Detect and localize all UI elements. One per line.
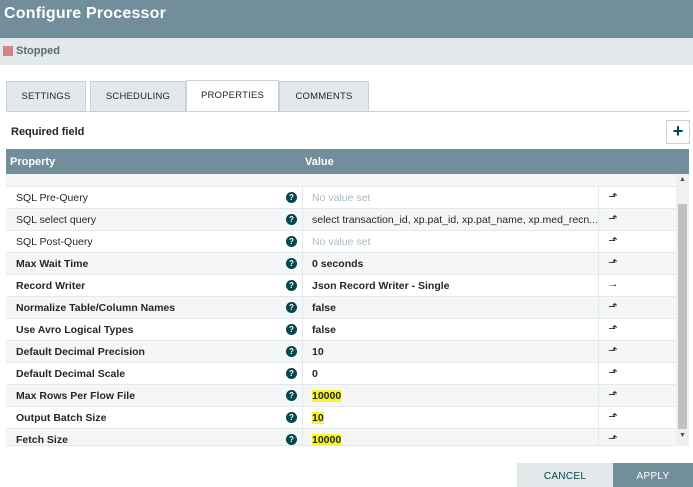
property-value[interactable]: 10000: [312, 390, 598, 402]
highlighted-value: 10: [312, 412, 324, 424]
arrow-up-icon[interactable]: ⬏: [606, 410, 620, 423]
property-name: SQL Pre-Query: [16, 192, 88, 204]
table-row[interactable]: SQL Post-Query ? No value set ⬏: [6, 231, 676, 253]
property-value[interactable]: false: [312, 324, 598, 336]
property-value[interactable]: 0 seconds: [312, 258, 598, 270]
arrow-up-icon[interactable]: ⬏: [606, 344, 620, 357]
dialog-title: Configure Processor: [4, 5, 167, 22]
tab-scheduling[interactable]: SCHEDULING: [90, 81, 186, 111]
property-name: Use Avro Logical Types: [16, 324, 134, 336]
help-icon[interactable]: ?: [286, 302, 297, 313]
arrow-up-icon[interactable]: ⬏: [606, 432, 620, 445]
arrow-up-icon[interactable]: ⬏: [606, 322, 620, 335]
table-row[interactable]: Normalize Table/Column Names ? false ⬏: [6, 297, 676, 319]
property-column-header: Property: [10, 156, 56, 168]
property-name: SQL Post-Query: [16, 236, 93, 248]
stopped-status-icon: [3, 46, 13, 56]
tab-divider: [6, 111, 689, 112]
table-row[interactable]: Max Rows Per Flow File ? 10000 ⬏: [6, 385, 676, 407]
help-icon[interactable]: ?: [286, 434, 297, 445]
help-icon[interactable]: ?: [286, 346, 297, 357]
table-row[interactable]: SQL select query ? select transaction_id…: [6, 209, 676, 231]
help-icon[interactable]: ?: [286, 324, 297, 335]
table-row[interactable]: [6, 174, 676, 187]
arrow-up-icon[interactable]: ⬏: [606, 300, 620, 313]
help-icon[interactable]: ?: [286, 412, 297, 423]
apply-button[interactable]: APPLY: [613, 463, 693, 487]
property-value[interactable]: select transaction_id, xp.pat_id, xp.pat…: [312, 214, 598, 226]
table-row[interactable]: Use Avro Logical Types ? false ⬏: [6, 319, 676, 341]
help-icon[interactable]: ?: [286, 368, 297, 379]
help-icon[interactable]: ?: [286, 280, 297, 291]
arrow-up-icon[interactable]: ⬏: [606, 234, 620, 247]
property-name: Fetch Size: [16, 434, 68, 446]
arrow-right-icon[interactable]: →: [606, 278, 620, 290]
property-name: Output Batch Size: [16, 412, 107, 424]
processor-status-label: Stopped: [16, 45, 60, 57]
property-value[interactable]: 10: [312, 346, 598, 358]
help-icon[interactable]: ?: [286, 258, 297, 269]
help-icon[interactable]: ?: [286, 236, 297, 247]
required-field-label: Required field: [11, 126, 85, 138]
table-row[interactable]: Record Writer ? Json Record Writer - Sin…: [6, 275, 676, 297]
scrollbar-thumb[interactable]: [678, 204, 687, 429]
property-name: Record Writer: [16, 280, 86, 292]
table-row[interactable]: Max Wait Time ? 0 seconds ⬏: [6, 253, 676, 275]
highlighted-value: 10000: [312, 434, 342, 446]
help-icon[interactable]: ?: [286, 192, 297, 203]
table-row[interactable]: Default Decimal Scale ? 0 ⬏: [6, 363, 676, 385]
property-name: Max Rows Per Flow File: [16, 390, 136, 402]
table-row[interactable]: SQL Pre-Query ? No value set ⬏: [6, 187, 676, 209]
arrow-up-icon[interactable]: ⬏: [606, 256, 620, 269]
property-value[interactable]: No value set: [312, 192, 598, 204]
properties-table-header: Property Value: [6, 149, 689, 174]
tab-properties[interactable]: PROPERTIES: [186, 80, 279, 112]
arrow-up-icon[interactable]: ⬏: [606, 366, 620, 379]
properties-scrollbar[interactable]: ▲ ▼: [676, 174, 689, 446]
property-name: SQL select query: [16, 214, 97, 226]
table-row[interactable]: Default Decimal Precision ? 10 ⬏: [6, 341, 676, 363]
processor-status-bar: Stopped: [0, 38, 693, 65]
tab-comments[interactable]: COMMENTS: [279, 81, 369, 111]
property-value[interactable]: No value set: [312, 236, 598, 248]
property-value[interactable]: Json Record Writer - Single: [312, 280, 598, 292]
properties-table: SQL Pre-Query ? No value set ⬏ SQL selec…: [6, 174, 676, 446]
highlighted-value: 10000: [312, 390, 342, 402]
scroll-up-icon[interactable]: ▲: [676, 176, 689, 183]
property-name: Max Wait Time: [16, 258, 89, 270]
property-value[interactable]: 10: [312, 412, 598, 424]
add-property-button[interactable]: +: [666, 120, 690, 144]
help-icon[interactable]: ?: [286, 214, 297, 225]
scroll-down-icon[interactable]: ▼: [676, 432, 689, 439]
property-name: Default Decimal Scale: [16, 368, 126, 380]
arrow-up-icon[interactable]: ⬏: [606, 212, 620, 225]
cancel-button[interactable]: CANCEL: [517, 463, 613, 487]
arrow-up-icon[interactable]: ⬏: [606, 190, 620, 203]
tab-settings[interactable]: SETTINGS: [6, 81, 86, 111]
arrow-up-icon[interactable]: ⬏: [606, 388, 620, 401]
table-row[interactable]: Fetch Size ? 10000 ⬏: [6, 429, 676, 446]
dialog-titlebar: Configure Processor: [0, 0, 693, 38]
table-row[interactable]: Output Batch Size ? 10 ⬏: [6, 407, 676, 429]
property-value[interactable]: 10000: [312, 434, 598, 446]
property-name: Default Decimal Precision: [16, 346, 145, 358]
property-value[interactable]: false: [312, 302, 598, 314]
help-icon[interactable]: ?: [286, 390, 297, 401]
property-value[interactable]: 0: [312, 368, 598, 380]
value-column-header: Value: [305, 156, 334, 168]
property-name: Normalize Table/Column Names: [16, 302, 176, 314]
plus-icon: +: [672, 121, 684, 141]
